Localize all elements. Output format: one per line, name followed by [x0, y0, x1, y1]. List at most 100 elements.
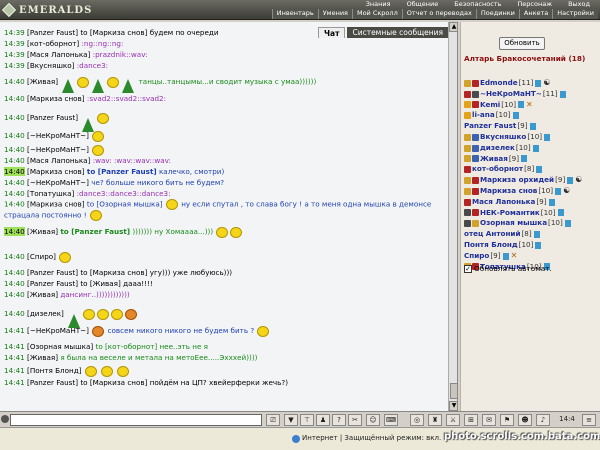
- info-icon[interactable]: [535, 241, 542, 249]
- menu-duels[interactable]: Поединки: [475, 9, 519, 19]
- nick[interactable]: [Panzer Faust]: [27, 268, 78, 277]
- recipient[interactable]: to [Panzer Faust]: [87, 167, 157, 176]
- menu-inventory[interactable]: Инвентарь: [271, 9, 318, 19]
- chat-input[interactable]: [10, 414, 262, 426]
- tab-system-messages[interactable]: Системные сообщения: [347, 27, 449, 38]
- user-item[interactable]: Понтя Блонд [10]: [464, 240, 599, 251]
- user-name[interactable]: Понтя Блонд: [464, 240, 518, 251]
- character-icon[interactable]: ♜: [428, 414, 442, 426]
- chat-scrollbar[interactable]: ▲ ▼: [448, 22, 457, 411]
- auto-refresh-toggle[interactable]: ✓ Обновлять автомат.: [464, 264, 552, 273]
- nick[interactable]: [дизелек]: [27, 309, 64, 318]
- translit-icon[interactable]: ⌨: [384, 414, 398, 426]
- menu-settings[interactable]: Настройки: [552, 9, 598, 19]
- menu-profile[interactable]: Анкета: [518, 9, 553, 19]
- nick[interactable]: [Живая]: [27, 353, 58, 362]
- scroll-thumb[interactable]: [450, 383, 457, 399]
- nick[interactable]: [Топатушка]: [27, 189, 74, 198]
- info-icon[interactable]: [559, 90, 566, 98]
- nick[interactable]: [Мася Лапонька]: [27, 156, 90, 165]
- user-name[interactable]: Panzer Faust: [464, 121, 516, 132]
- info-icon[interactable]: [555, 187, 562, 195]
- nick[interactable]: [~НеКроМаНТ~]: [27, 145, 89, 154]
- user-item[interactable]: дизелек [10]: [464, 143, 599, 154]
- user-item[interactable]: Kemi [10] ✕: [464, 100, 599, 111]
- nick[interactable]: [Маркиза снов]: [27, 94, 85, 103]
- nick[interactable]: [Маркиза снов]: [27, 167, 85, 176]
- smile-icon[interactable]: ☺: [366, 414, 380, 426]
- user-item[interactable]: отец Антоний [8]: [464, 229, 599, 240]
- info-icon[interactable]: [564, 220, 571, 228]
- money-icon[interactable]: ◎: [410, 414, 424, 426]
- info-icon[interactable]: [518, 101, 525, 109]
- user-name[interactable]: Живая: [480, 154, 508, 165]
- menu-my-scroll[interactable]: Мой Скролл: [351, 9, 402, 19]
- nick[interactable]: [Вкусняшко]: [27, 61, 74, 70]
- tools-icon[interactable]: ✂: [348, 414, 362, 426]
- nick[interactable]: [Спиро]: [27, 252, 56, 261]
- chat-bubble-icon[interactable]: [1, 415, 9, 423]
- help-icon[interactable]: ?: [332, 414, 346, 426]
- user-item[interactable]: Panzer Faust [9]: [464, 121, 599, 132]
- nick[interactable]: [Panzer Faust]: [27, 113, 78, 122]
- user-name[interactable]: Озорная мышка: [480, 218, 547, 229]
- info-icon[interactable]: [536, 166, 543, 174]
- user-item[interactable]: НЕК-Романтик [10]: [464, 208, 599, 219]
- user-item[interactable]: Маркиза орхидей [9] ☯: [464, 175, 599, 186]
- nick[interactable]: [Живая]: [27, 227, 58, 236]
- nick[interactable]: [Понтя Блонд]: [27, 366, 82, 375]
- filter-icon[interactable]: ▼: [284, 414, 298, 426]
- user-name[interactable]: Kemi: [480, 100, 500, 111]
- mail-icon[interactable]: ✉: [482, 414, 496, 426]
- user-name[interactable]: кот-оборнот: [472, 164, 523, 175]
- nick[interactable]: [Panzer Faust]: [27, 28, 78, 37]
- menu-skills[interactable]: Умения: [317, 9, 352, 19]
- nick[interactable]: [Panzer Faust]: [27, 279, 78, 288]
- info-icon[interactable]: [521, 155, 528, 163]
- user-name[interactable]: Edmonde: [480, 78, 518, 89]
- user-name[interactable]: li-ana: [472, 110, 495, 121]
- user-name[interactable]: ~НеКроМаНТ~: [480, 89, 542, 100]
- nick[interactable]: [Живая]: [27, 77, 58, 86]
- clan-icon[interactable]: ⚑: [500, 414, 514, 426]
- user-item[interactable]: Озорная мышка [10]: [464, 218, 599, 229]
- info-icon[interactable]: [502, 252, 509, 260]
- nick[interactable]: [кот-оборнот]: [27, 39, 79, 48]
- friends-icon[interactable]: ☻: [518, 414, 532, 426]
- user-item[interactable]: кот-оборнот [8]: [464, 164, 599, 175]
- user-name[interactable]: Спиро: [464, 251, 489, 262]
- menu-transfer-report[interactable]: Отчет о переводах: [401, 9, 476, 19]
- user-item[interactable]: Мася Лапонька [9]: [464, 197, 599, 208]
- menu-communication[interactable]: Общение: [399, 0, 447, 9]
- info-icon[interactable]: [532, 144, 539, 152]
- info-icon[interactable]: [557, 209, 564, 217]
- user-item[interactable]: li-ana [10]: [464, 110, 599, 121]
- info-icon[interactable]: [548, 198, 555, 206]
- menu-exit[interactable]: Выход: [560, 0, 598, 9]
- info-icon[interactable]: [512, 112, 519, 120]
- user-item[interactable]: Живая [9]: [464, 154, 599, 165]
- user-item[interactable]: ~НеКроМаНТ~ [11]: [464, 89, 599, 100]
- user-item[interactable]: Спиро [9] ✕: [464, 251, 599, 262]
- user-name[interactable]: Вкусняшко: [480, 132, 526, 143]
- tab-chat[interactable]: Чат: [318, 27, 346, 38]
- nick[interactable]: [~НеКроМаНТ~]: [27, 178, 89, 187]
- clear-icon[interactable]: ⎚: [266, 414, 280, 426]
- sound-icon[interactable]: ♪: [536, 414, 550, 426]
- info-icon[interactable]: [533, 231, 540, 239]
- info-icon[interactable]: [567, 177, 574, 185]
- user-name[interactable]: Маркиза орхидей: [480, 175, 554, 186]
- menu-security[interactable]: Безопасность: [446, 0, 509, 9]
- user-name[interactable]: отец Антоний: [464, 229, 520, 240]
- recipient[interactable]: to [Panzer Faust]: [60, 227, 130, 236]
- nick[interactable]: [Мася Лапонька]: [27, 50, 90, 59]
- nick[interactable]: [~НеКроМаНТ~]: [27, 326, 89, 335]
- user-name[interactable]: дизелек: [480, 143, 515, 154]
- user-name[interactable]: Мася Лапонька: [472, 197, 535, 208]
- menu-knowledge[interactable]: Знания: [358, 0, 399, 9]
- private-icon[interactable]: ♟: [316, 414, 330, 426]
- pin-icon[interactable]: ⊤: [300, 414, 314, 426]
- menu-icon[interactable]: ≡: [582, 414, 596, 426]
- info-icon[interactable]: [529, 123, 536, 131]
- nick[interactable]: [Panzer Faust]: [27, 378, 78, 387]
